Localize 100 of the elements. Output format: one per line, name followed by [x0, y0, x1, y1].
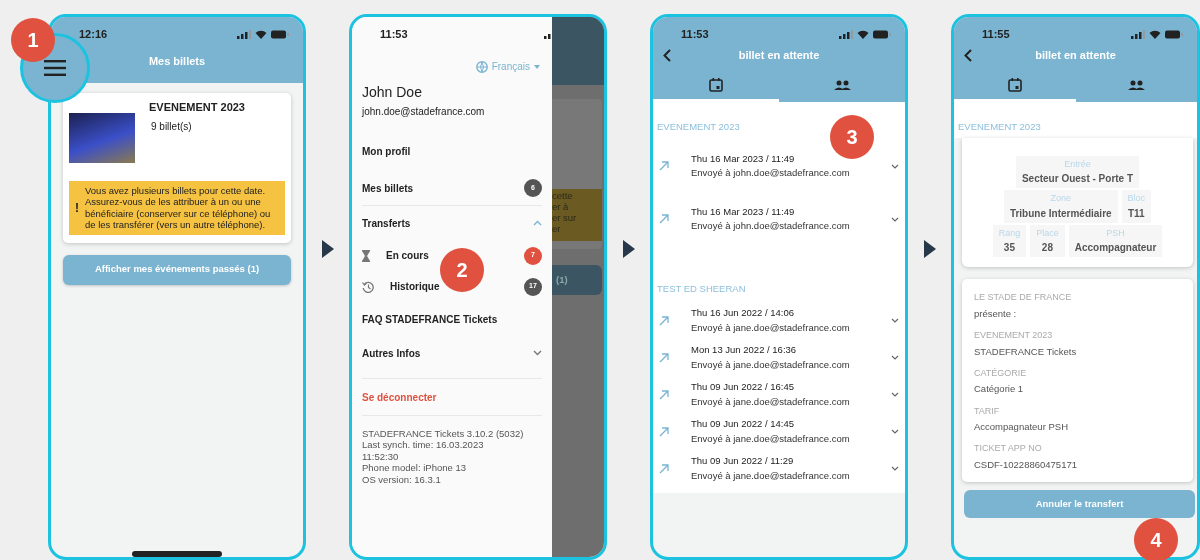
info-value: Accompagnateur PSH: [974, 420, 1069, 434]
calendar-icon: [709, 78, 723, 92]
battery-icon: [873, 30, 891, 39]
back-icon[interactable]: [964, 48, 972, 62]
menu-icon[interactable]: [44, 60, 66, 76]
ticket-count: 9 billet(s): [151, 120, 192, 134]
logout-link[interactable]: Se déconnecter: [352, 379, 552, 415]
status-time: 12:16: [79, 27, 108, 43]
screen-title: Mes billets: [148, 54, 206, 69]
info-label: CATÉGORIE: [974, 366, 1028, 380]
transfer-date: Thu 09 Jun 2022 / 11:29: [691, 454, 795, 469]
transfer-date: Thu 16 Jun 2022 / 14:06: [691, 306, 795, 321]
user-email: john.doe@stadefrance.com: [360, 105, 486, 119]
field-value: Tribune Intermédiaire: [1009, 206, 1112, 221]
history-icon: [362, 280, 374, 293]
transfer-date: Thu 09 Jun 2022 / 14:45: [691, 417, 795, 432]
back-icon[interactable]: [663, 48, 671, 62]
chevron-down-icon: [891, 163, 899, 169]
chevron-down-icon: [891, 318, 899, 323]
field-value: Secteur Ouest - Porte T: [1021, 172, 1134, 187]
caret-icon: [534, 64, 540, 69]
diagonal-arrow-icon: [659, 389, 669, 400]
exclamation-mark: !: [75, 200, 79, 215]
calendar-icon: [1007, 78, 1022, 92]
arrow-icon: [321, 240, 334, 258]
signal-icon: [839, 30, 853, 39]
info-label: LE STADE DE FRANCE: [974, 291, 1073, 305]
status-time: 11:53: [681, 27, 709, 43]
transfer-recipient: Envoyé à john.doe@stadefrance.com: [691, 166, 851, 181]
step-number: 1: [11, 18, 55, 62]
dimmed-header: [552, 17, 604, 85]
transfer-date: Thu 16 Mar 2023 / 11:49: [691, 205, 796, 219]
photo-placeholder: [69, 113, 135, 163]
chevron-down-icon: [891, 429, 899, 434]
field-value: Accompagnateur: [1074, 241, 1157, 256]
app-info: STADEFRANCE Tickets 3.10.2 (5032) Last synch. time: 16.03.2023 11:52:30 Phone model: iPhone 13 OS version: 16.3.1: [361, 427, 525, 485]
wifi-icon: [255, 30, 267, 39]
transfer-row[interactable]: Thu 09 Jun 2022 / 14:45 Envoyé à jane.doe@stadefrance.com: [653, 413, 905, 450]
chevron-down-icon: [891, 216, 899, 222]
field-label: Zone: [1049, 192, 1072, 206]
diagonal-arrow-icon: [659, 214, 669, 225]
status-time: 11:53: [380, 27, 408, 43]
user-name: John Doe: [361, 83, 423, 102]
field-label: Place: [1036, 226, 1059, 240]
diagonal-arrow-icon: [659, 463, 669, 474]
field-value: T11: [1127, 206, 1146, 221]
menu-item[interactable]: Mon profil: [352, 131, 552, 171]
submenu-item[interactable]: En cours: [386, 248, 429, 263]
transfer-recipient: Envoyé à jane.doe@stadefrance.com: [691, 468, 851, 483]
battery-icon: [1165, 30, 1183, 39]
wifi-icon: [1149, 30, 1161, 39]
chevron-down-icon: [891, 466, 899, 471]
transfer-date: Mon 13 Jun 2022 / 16:36: [691, 343, 798, 358]
screen-title: billet en attente: [737, 48, 821, 63]
event-heading: EVENEMENT 2023: [656, 119, 741, 134]
battery-icon: [271, 30, 289, 39]
signal-icon: [237, 30, 251, 39]
transfer-row[interactable]: Thu 16 Mar 2023 / 11:49 Envoyé à john.doe@stadefrance.com: [653, 192, 905, 246]
field-label: Entrée: [1063, 157, 1092, 171]
arrow-icon: [923, 240, 936, 258]
field-label: PSH: [1105, 226, 1126, 240]
screen-title: billet en attente: [1034, 48, 1117, 63]
transfer-date: Thu 16 Mar 2023 / 11:49: [691, 152, 796, 166]
signal-icon: [1131, 30, 1145, 39]
info-value: CSDF-10228860475171: [974, 457, 1078, 472]
transfer-row[interactable]: Mon 13 Jun 2022 / 16:36 Envoyé à jane.doe@stadefrance.com: [653, 339, 905, 376]
info-value: Catégorie 1: [974, 382, 1025, 397]
menu-section[interactable]: Transferts: [352, 206, 552, 240]
event-heading: EVENEMENT 2023: [957, 119, 1042, 134]
event-card[interactable]: [63, 92, 291, 243]
info-label: TARIF: [974, 404, 1001, 418]
transfer-recipient: Envoyé à jane.doe@stadefrance.com: [691, 320, 851, 335]
diagonal-arrow-icon: [659, 161, 669, 172]
event-title: EVENEMENT 2023: [148, 99, 246, 115]
field-value: 35: [1002, 241, 1016, 256]
people-icon: [833, 80, 851, 90]
menu-item[interactable]: FAQ STADEFRANCE Tickets: [352, 302, 552, 336]
info-label: EVENEMENT 2023: [974, 329, 1054, 342]
diagonal-arrow-icon: [659, 426, 669, 437]
transfer-row[interactable]: Thu 09 Jun 2022 / 16:45 Envoyé à jane.doe@stadefrance.com: [653, 376, 905, 413]
info-label: TICKET APP NO: [974, 442, 1043, 456]
transfer-row[interactable]: Thu 09 Jun 2022 / 11:29 Envoyé à jane.doe@stadefrance.com: [653, 450, 905, 487]
globe-icon: [475, 60, 488, 73]
event-heading: TEST ED SHEERAN: [656, 281, 747, 296]
transfer-row[interactable]: Thu 16 Jun 2022 / 14:06 Envoyé à jane.doe@stadefrance.com: [653, 302, 905, 339]
hourglass-icon: [362, 249, 370, 262]
chevron-down-icon: [891, 355, 899, 360]
arrow-icon: [622, 240, 635, 258]
diagonal-arrow-icon: [659, 315, 669, 326]
transfer-recipient: Envoyé à jane.doe@stadefrance.com: [691, 394, 851, 409]
chevron-down-icon: [891, 392, 899, 397]
notice-text: Vous avez plusieurs billets pour cette date. Assurez-vous de les attribuer à un ou une bénéficiaire (conserver sur ce téléphone) ou de les transférer (vers un autre téléphone).: [85, 185, 272, 231]
menu-section[interactable]: Autres Infos: [352, 336, 552, 370]
status-time: 11:55: [982, 27, 1010, 43]
diagonal-arrow-icon: [659, 352, 669, 363]
submenu-item[interactable]: Historique: [390, 279, 440, 294]
transfer-recipient: Envoyé à jane.doe@stadefrance.com: [691, 431, 851, 446]
people-icon: [1127, 80, 1145, 90]
info-value: présente :: [974, 306, 1018, 321]
info-value: STADEFRANCE Tickets: [974, 344, 1078, 359]
